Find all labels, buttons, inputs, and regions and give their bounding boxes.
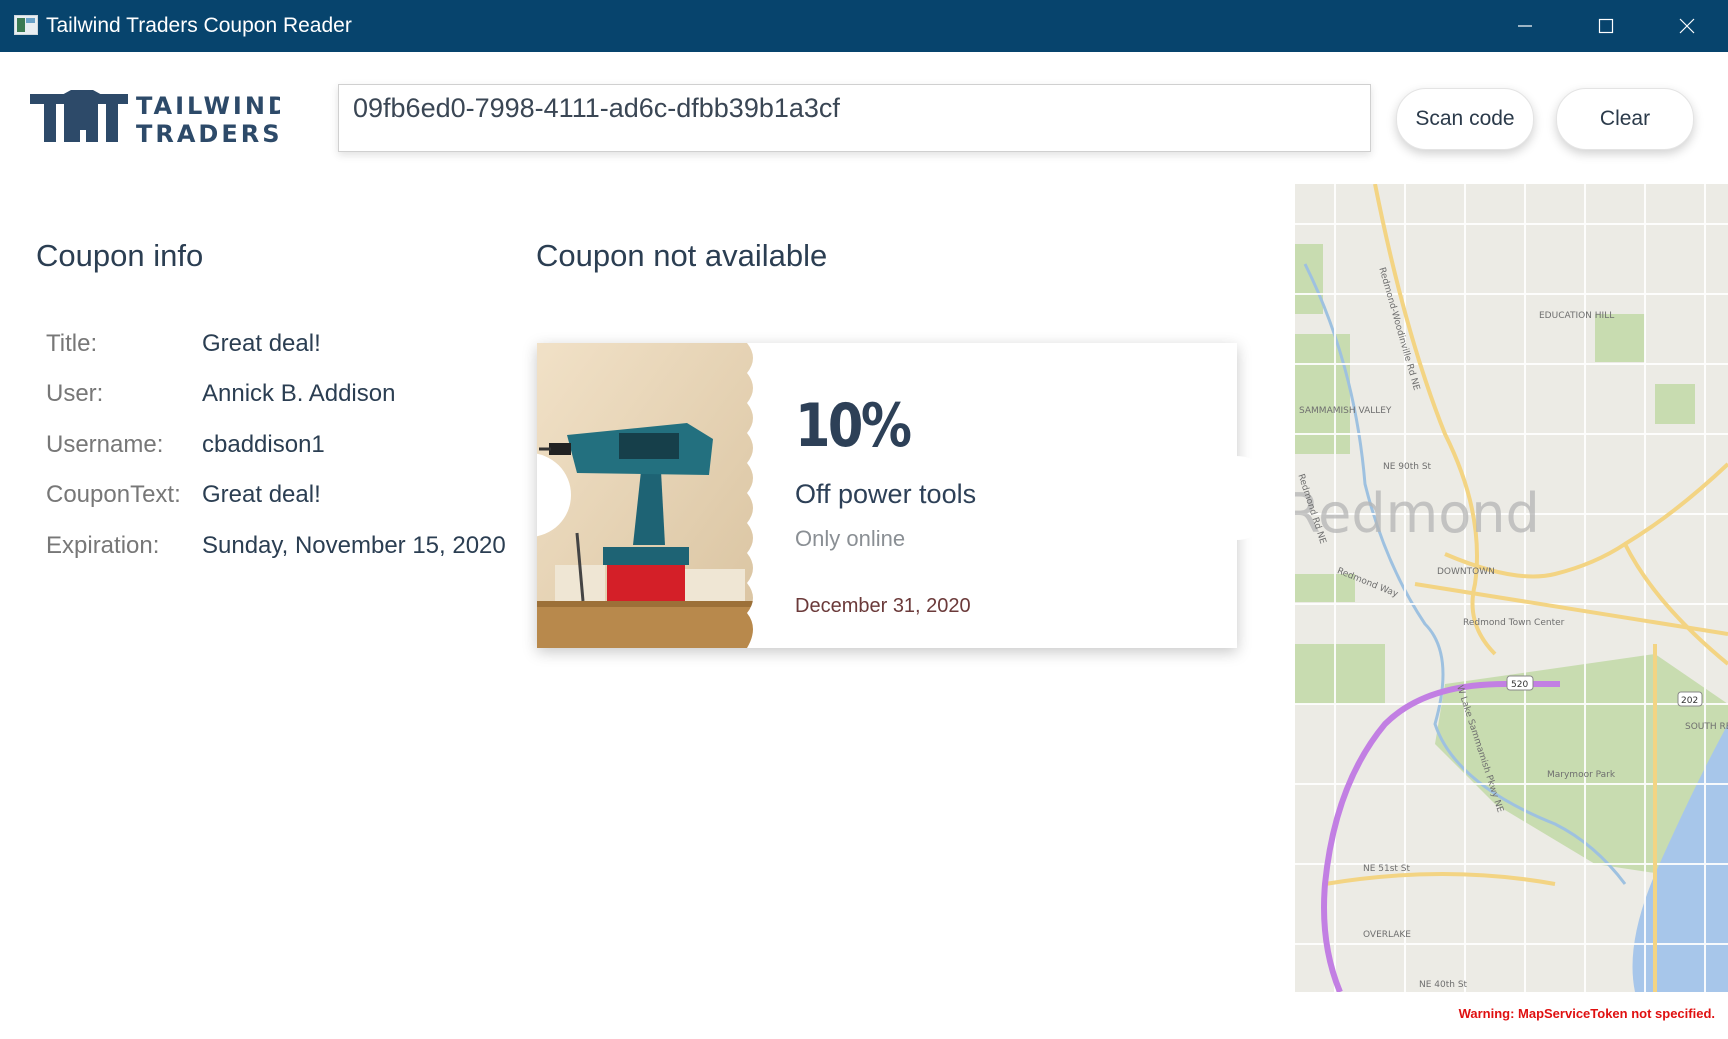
title-bar: Tailwind Traders Coupon Reader xyxy=(0,0,1728,52)
coupon-status-heading: Coupon not available xyxy=(536,238,828,273)
info-value: Annick B. Addison xyxy=(202,380,396,407)
coupon-card: 10% Off power tools Only online December… xyxy=(537,343,1237,648)
info-value: Great deal! xyxy=(202,330,321,357)
map-label: Redmond Town Center xyxy=(1463,618,1565,628)
map-label: SAMMAMISH VALLEY xyxy=(1299,406,1392,416)
map-label: DOWNTOWN xyxy=(1437,567,1495,577)
coupon-subtext: Only online xyxy=(795,526,906,551)
map-label: Marymoor Park xyxy=(1547,770,1616,780)
brand-line2: TRADERS xyxy=(136,120,280,148)
coupon-expiry-date: December 31, 2020 xyxy=(795,595,971,617)
minimize-icon xyxy=(1518,25,1532,27)
info-label: User: xyxy=(46,380,104,407)
info-value: Great deal! xyxy=(202,481,321,508)
map-token-warning: Warning: MapServiceToken not specified. xyxy=(1458,1006,1715,1021)
info-label: Title: xyxy=(46,330,98,357)
scan-code-button[interactable]: Scan code xyxy=(1396,88,1534,150)
coupon-code-input[interactable]: 09fb6ed0-7998-4111-ad6c-dfbb39b1a3cf xyxy=(338,84,1371,152)
map-label: NE 90th St xyxy=(1383,462,1432,472)
close-button[interactable] xyxy=(1647,0,1727,52)
map-label: EDUCATION HILL xyxy=(1539,311,1615,321)
map-city-label: Redmond xyxy=(1295,482,1540,545)
info-label: Username: xyxy=(46,431,164,458)
brand-line1: TAILWIND xyxy=(136,92,280,120)
info-label: Expiration: xyxy=(46,532,160,559)
coupon-info-heading: Coupon info xyxy=(36,238,204,273)
map-label: NE 51st St xyxy=(1363,864,1411,874)
window-title: Tailwind Traders Coupon Reader xyxy=(46,14,352,37)
map-label: NE 40th St xyxy=(1419,980,1468,990)
coupon-notch xyxy=(1194,456,1278,540)
map-graphics: 520 202 xyxy=(1295,184,1728,992)
close-icon xyxy=(1679,18,1695,34)
route-520-label: 520 xyxy=(1511,680,1528,690)
power-drill-image xyxy=(537,343,757,648)
tailwind-traders-logo: TAILWIND TRADERS xyxy=(30,90,280,148)
map-view[interactable]: 520 202 Redmond EDUCATION HILL SAMMAMISH… xyxy=(1295,184,1728,992)
maximize-button[interactable] xyxy=(1566,0,1646,52)
info-label: CouponText: xyxy=(46,481,181,508)
map-label: OVERLAKE xyxy=(1363,930,1411,940)
clear-button[interactable]: Clear xyxy=(1556,88,1694,150)
map-label: SOUTH REDMO xyxy=(1685,722,1728,732)
app-icon xyxy=(14,15,38,35)
coupon-headline: Off power tools xyxy=(795,479,977,509)
minimize-button[interactable] xyxy=(1485,0,1565,52)
maximize-icon xyxy=(1598,18,1614,34)
discount-percent: 10% xyxy=(795,391,912,461)
route-202-label: 202 xyxy=(1681,696,1698,706)
info-value: Sunday, November 15, 2020 xyxy=(202,532,506,559)
info-value: cbaddison1 xyxy=(202,431,325,458)
